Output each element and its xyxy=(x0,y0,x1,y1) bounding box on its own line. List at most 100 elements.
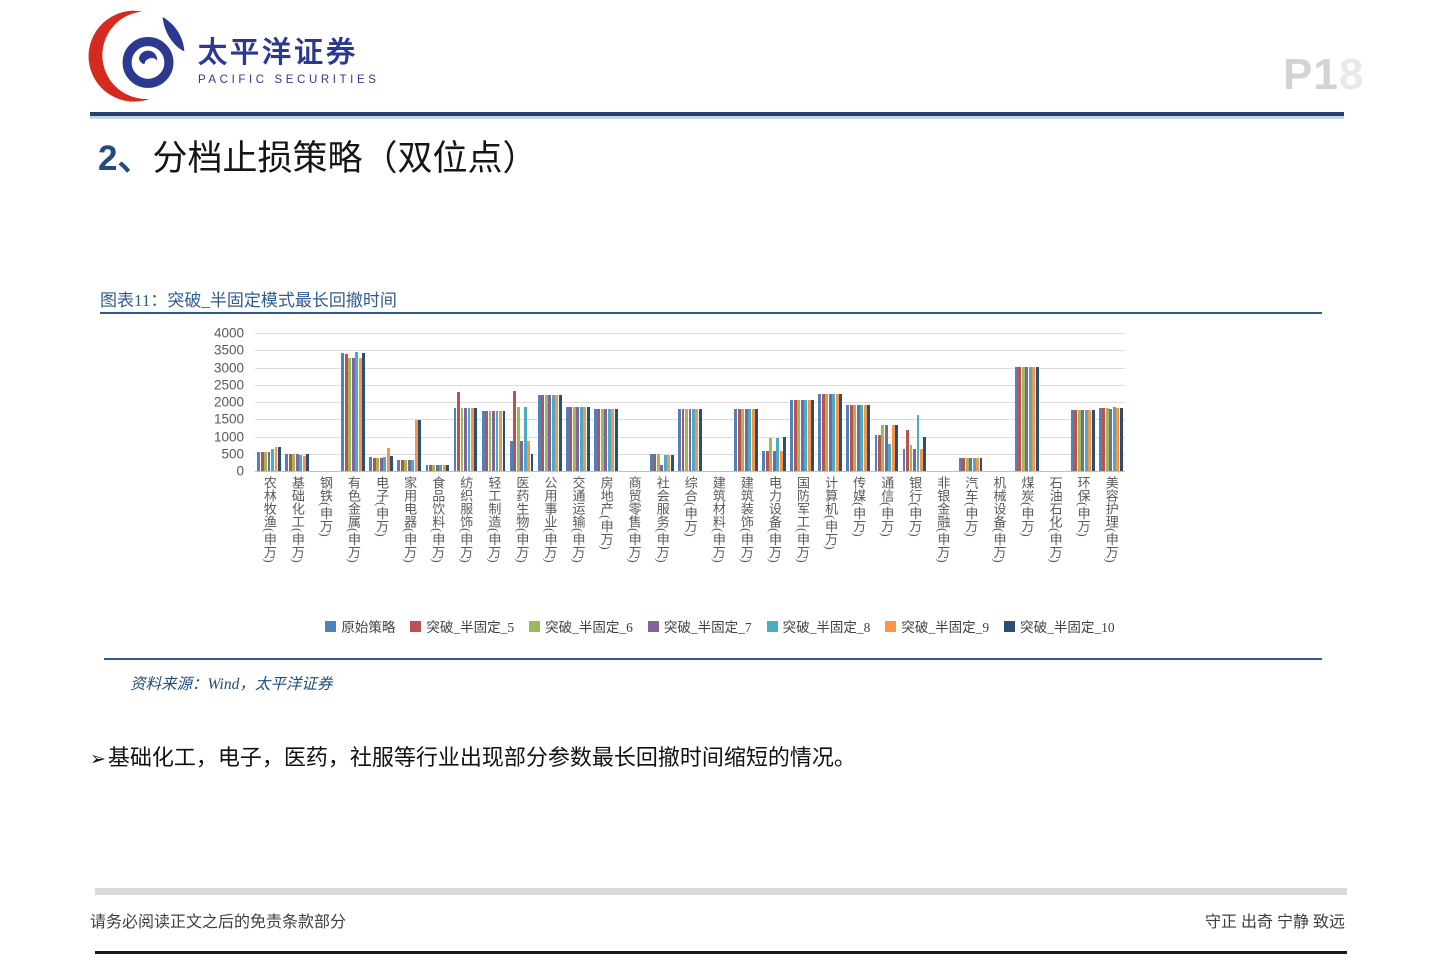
x-tick-cell: 电力设备(申万) xyxy=(760,476,788,608)
bar xyxy=(583,407,587,471)
bar-group xyxy=(620,333,648,471)
legend-swatch xyxy=(766,620,778,632)
bar xyxy=(397,459,401,471)
x-tick-label: 社会服务(申万) xyxy=(654,476,670,563)
x-tick-cell: 银行(申万) xyxy=(900,476,928,608)
bar xyxy=(544,395,548,471)
bar xyxy=(891,425,895,471)
bar xyxy=(734,409,738,471)
bar xyxy=(513,390,517,471)
bar xyxy=(779,451,783,471)
bar xyxy=(499,410,502,471)
bar xyxy=(667,455,671,471)
bar xyxy=(274,446,278,471)
bar-group xyxy=(283,333,311,471)
x-tick-cell: 家用电器(申万) xyxy=(395,476,423,608)
bar-group xyxy=(676,333,704,471)
bar xyxy=(257,451,261,471)
x-tick-cell: 钢铁(申万) xyxy=(311,476,339,608)
bar xyxy=(965,457,969,471)
bar xyxy=(650,454,653,471)
bar-group xyxy=(900,333,928,471)
bar xyxy=(663,455,667,471)
bar xyxy=(765,451,769,471)
bar xyxy=(435,464,439,471)
x-tick-cell: 建筑装饰(申万) xyxy=(732,476,760,608)
x-tick-label: 建筑装饰(申万) xyxy=(738,476,754,563)
bar xyxy=(586,407,590,471)
page-number-light: 8 xyxy=(1338,50,1365,99)
bar xyxy=(958,457,962,471)
y-tick-label: 500 xyxy=(221,446,244,462)
legend-label: 突破_半固定_10 xyxy=(1020,620,1115,635)
x-tick-cell: 基础化工(申万) xyxy=(283,476,311,608)
bar xyxy=(386,447,390,471)
bar xyxy=(1084,409,1088,471)
x-tick-label: 轻工制造(申万) xyxy=(486,476,502,563)
bar xyxy=(923,436,927,471)
bar xyxy=(267,451,271,471)
bar xyxy=(527,440,530,471)
bar xyxy=(867,404,871,471)
x-tick-label: 钢铁(申万) xyxy=(317,476,333,537)
x-tick-label: 公用事业(申万) xyxy=(542,476,558,563)
bar xyxy=(600,409,604,471)
bar-group xyxy=(957,333,985,471)
legend-label: 突破_半固定_6 xyxy=(545,620,633,635)
y-tick-label: 3500 xyxy=(213,342,244,358)
bar xyxy=(888,444,892,471)
x-tick-label: 综合(申万) xyxy=(682,476,698,537)
bar-group xyxy=(480,333,508,471)
bar xyxy=(541,395,545,471)
bar xyxy=(863,404,867,471)
bar xyxy=(1091,409,1095,471)
bar xyxy=(355,352,359,471)
bar-group xyxy=(592,333,620,471)
legend-item: 突破_半固定_8 xyxy=(766,616,870,636)
bar xyxy=(558,395,562,471)
x-tick-label: 煤炭(申万) xyxy=(1019,476,1035,537)
bar xyxy=(1088,409,1092,471)
bar xyxy=(818,394,822,471)
x-tick-cell: 房地产(申万) xyxy=(592,476,620,608)
x-tick-label: 电子(申万) xyxy=(374,476,390,537)
section-title-text: 分档止损策略（双位点） xyxy=(152,139,538,178)
bar xyxy=(1116,407,1120,471)
bar xyxy=(1112,407,1116,471)
bar xyxy=(362,352,366,471)
bar-group xyxy=(788,333,816,471)
bar xyxy=(811,399,815,471)
bar xyxy=(485,410,488,471)
bar xyxy=(656,453,660,471)
bar xyxy=(748,409,752,471)
bar xyxy=(972,457,976,471)
header-divider xyxy=(90,112,1344,116)
bar xyxy=(611,409,615,471)
legend-item: 突破_半固定_10 xyxy=(1004,616,1115,636)
bar xyxy=(839,394,843,471)
bar xyxy=(481,410,485,471)
bar xyxy=(902,448,906,471)
x-tick-cell: 国防军工(申万) xyxy=(788,476,816,608)
bar xyxy=(446,464,450,471)
bar xyxy=(678,409,681,471)
y-tick-label: 1000 xyxy=(213,429,244,444)
legend-swatch xyxy=(885,620,897,632)
bar xyxy=(832,394,836,471)
x-tick-label: 电力设备(申万) xyxy=(766,476,782,563)
bar xyxy=(1028,366,1032,471)
x-tick-label: 环保(申万) xyxy=(1075,476,1091,537)
bar xyxy=(821,394,825,471)
bar xyxy=(976,457,979,471)
x-tick-cell: 医药生物(申万) xyxy=(508,476,536,608)
bar-group xyxy=(1013,333,1041,471)
bar xyxy=(407,459,411,471)
bar xyxy=(576,407,580,471)
bar xyxy=(800,399,804,471)
legend-label: 突破_半固定_5 xyxy=(426,620,515,635)
x-tick-label: 纺织服饰(申万) xyxy=(458,476,474,563)
bar-group xyxy=(844,333,872,471)
x-tick-label: 有色金属(申万) xyxy=(346,476,362,563)
x-tick-label: 家用电器(申万) xyxy=(402,476,418,563)
legend-item: 原始策略 xyxy=(325,616,395,636)
